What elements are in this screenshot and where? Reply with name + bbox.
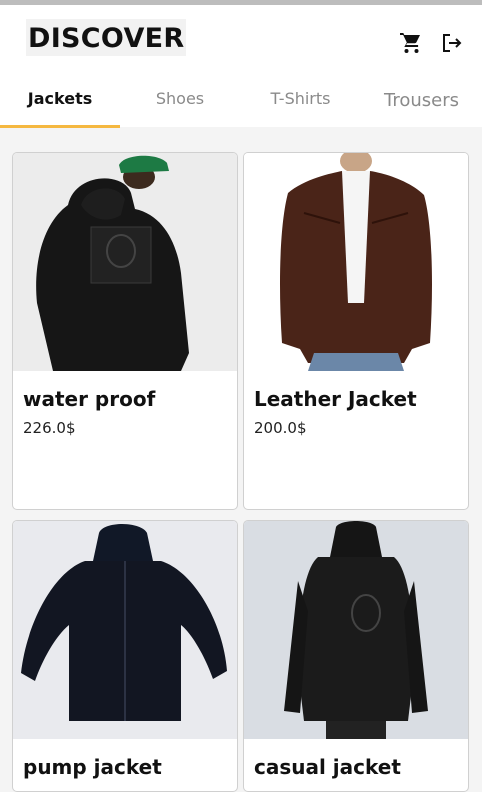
product-name: casual jacket <box>254 755 401 779</box>
logout-button[interactable] <box>437 29 465 57</box>
product-image <box>244 521 468 739</box>
cart-icon <box>400 33 420 53</box>
tab-shoes[interactable]: Shoes <box>120 85 240 127</box>
product-card[interactable]: water proof 226.0$ <box>12 152 238 510</box>
product-name: Leather Jacket <box>254 387 417 411</box>
app-bar: DISCOVER Jackets Shoes T-Shirts Trousers <box>0 5 482 128</box>
product-card[interactable]: pump jacket <box>12 520 238 792</box>
page-title: DISCOVER <box>26 19 187 56</box>
cart-button[interactable] <box>397 29 425 57</box>
product-price: 200.0$ <box>254 419 307 437</box>
product-image <box>244 153 468 371</box>
tab-indicator <box>0 125 120 128</box>
product-card[interactable]: Leather Jacket 200.0$ <box>243 152 469 510</box>
tab-jackets[interactable]: Jackets <box>0 85 120 127</box>
product-name: pump jacket <box>23 755 162 779</box>
product-name: water proof <box>23 387 156 411</box>
product-price: 226.0$ <box>23 419 76 437</box>
product-card[interactable]: casual jacket <box>243 520 469 792</box>
logout-icon <box>443 34 462 52</box>
product-image <box>13 521 237 739</box>
tab-trousers[interactable]: Trousers <box>361 85 482 127</box>
tab-tshirts[interactable]: T-Shirts <box>240 85 361 127</box>
product-image <box>13 153 237 371</box>
category-tabs: Jackets Shoes T-Shirts Trousers <box>0 85 482 127</box>
